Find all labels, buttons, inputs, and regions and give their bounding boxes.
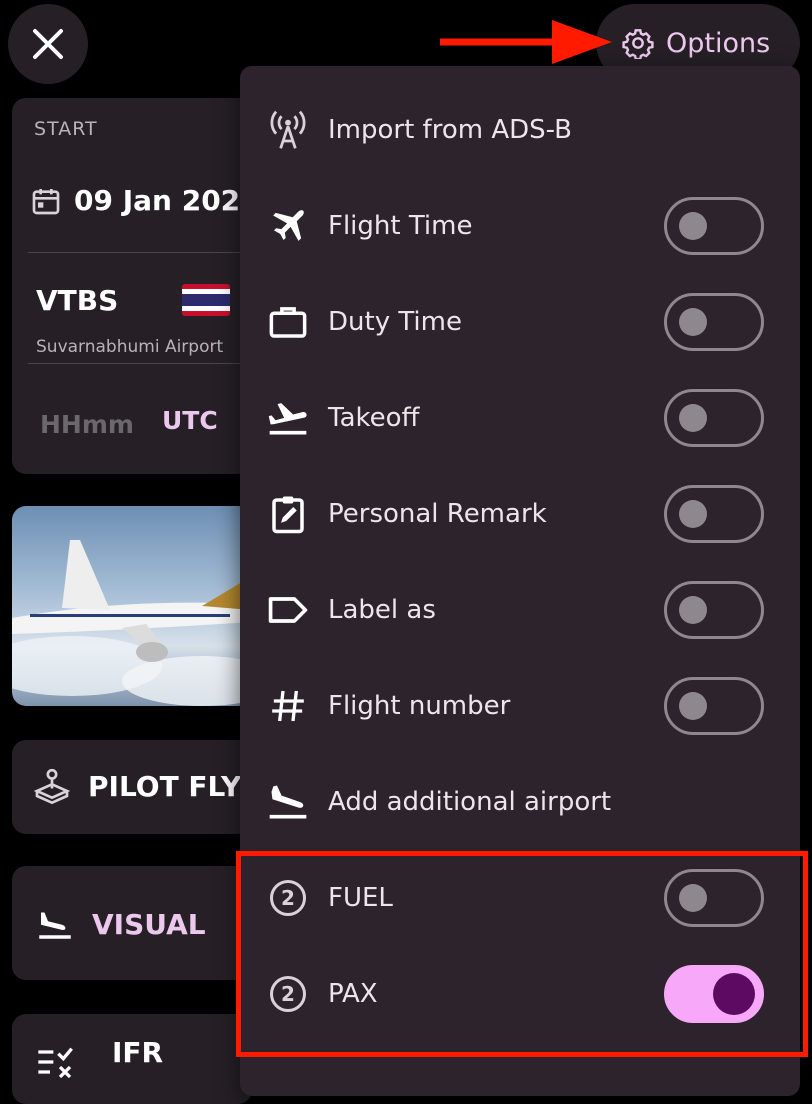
divider: [28, 363, 248, 364]
clipboard-edit-icon: [266, 492, 310, 536]
menu-item-label: Label as: [328, 595, 436, 625]
close-icon: [33, 29, 63, 59]
antenna-icon: [266, 108, 310, 152]
flight-time-toggle[interactable]: [664, 197, 764, 255]
time-input[interactable]: HHmm: [40, 410, 134, 439]
airplane-icon: [266, 204, 310, 248]
options-label: Options: [666, 27, 771, 59]
takeoff-toggle[interactable]: [664, 389, 764, 447]
menu-item-label: Import from ADS-B: [328, 115, 572, 145]
takeoff-icon: [266, 396, 310, 440]
landing-icon: [266, 780, 310, 824]
timezone-toggle[interactable]: UTC: [162, 406, 218, 435]
start-label: START: [34, 118, 98, 140]
gear-icon: [622, 29, 654, 59]
label-icon: [266, 588, 310, 632]
menu-item-add-airport[interactable]: Add additional airport: [240, 754, 800, 850]
date-field[interactable]: 09 Jan 2026: [30, 184, 260, 217]
menu-item-label: Add additional airport: [328, 787, 612, 817]
menu-item-import-adsb[interactable]: Import from ADS-B: [240, 82, 800, 178]
joystick-icon: [33, 768, 71, 805]
annotation-arrow-icon: [440, 20, 612, 64]
menu-item-label: Duty Time: [328, 307, 462, 337]
airport-name: Suvarnabhumi Airport: [36, 337, 224, 357]
menu-item-label: Personal Remark: [328, 499, 547, 529]
hash-icon: [266, 684, 310, 728]
label-as-toggle[interactable]: [664, 581, 764, 639]
menu-item-personal-remark[interactable]: Personal Remark: [240, 466, 800, 562]
start-date: 09 Jan 2026: [74, 184, 260, 217]
calendar-icon: [32, 188, 60, 214]
landing-icon: [39, 912, 71, 939]
annotation-highlight-box: [236, 851, 808, 1057]
close-button[interactable]: [8, 4, 88, 84]
menu-item-flight-time[interactable]: Flight Time: [240, 178, 800, 274]
ifr-label: IFR: [112, 1036, 164, 1069]
menu-item-label-as[interactable]: Label as: [240, 562, 800, 658]
duty-time-toggle[interactable]: [664, 293, 764, 351]
menu-item-duty-time[interactable]: Duty Time: [240, 274, 800, 370]
menu-item-label: Flight Time: [328, 211, 473, 241]
briefcase-icon: [266, 300, 310, 344]
divider: [28, 252, 248, 253]
flight-number-toggle[interactable]: [664, 677, 764, 735]
menu-item-label: Takeoff: [328, 403, 420, 433]
menu-item-flight-number[interactable]: Flight number: [240, 658, 800, 754]
menu-item-label: Flight number: [328, 691, 511, 721]
checklist-icon: [38, 1047, 73, 1079]
personal-remark-toggle[interactable]: [664, 485, 764, 543]
pilot-flying-label: PILOT FLYI: [88, 770, 252, 803]
airport-code[interactable]: VTBS: [36, 284, 118, 317]
visual-label: VISUAL: [92, 908, 206, 941]
menu-item-takeoff[interactable]: Takeoff: [240, 370, 800, 466]
thailand-flag-icon: [182, 284, 230, 316]
aircraft-photo: [12, 506, 252, 706]
